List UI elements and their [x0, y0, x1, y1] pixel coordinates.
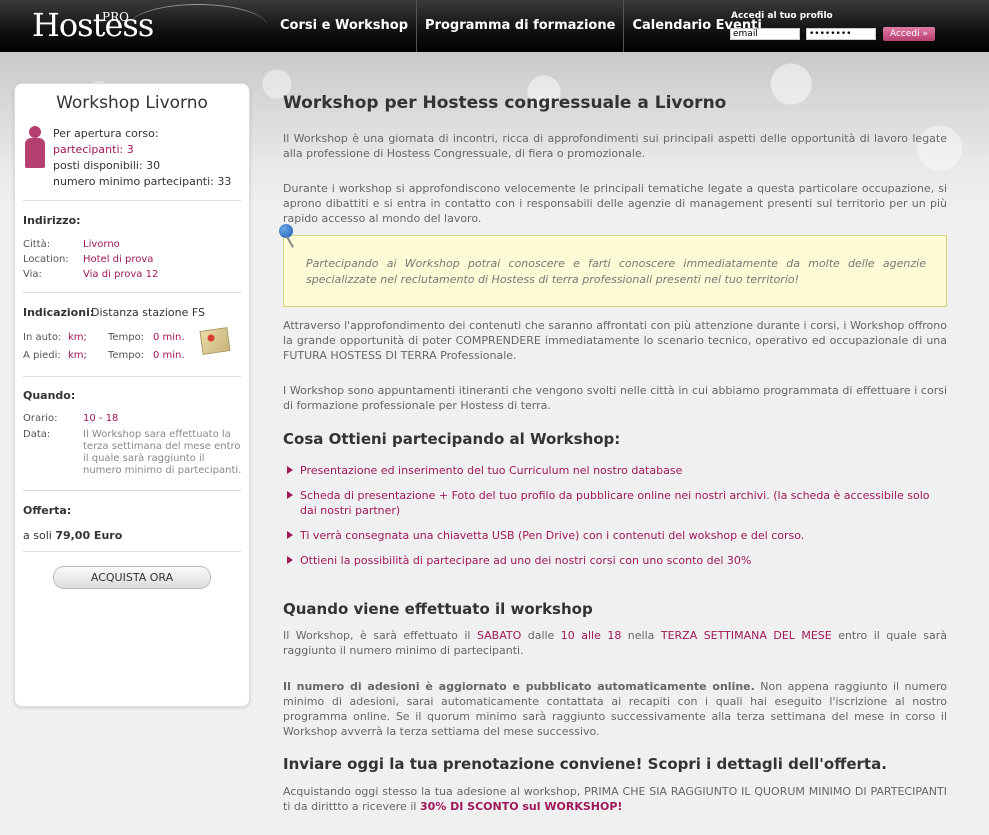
walk-time-label: Tempo:: [108, 350, 145, 361]
nav-corsi-workshop[interactable]: Corsi e Workshop: [272, 0, 416, 52]
car-time-value: 0 min.: [153, 332, 185, 343]
location-label: Location:: [23, 254, 69, 265]
notice-text: Partecipando ai Workshop potrai conoscer…: [306, 257, 926, 286]
hours-value: 10 - 18: [83, 413, 119, 424]
nav-calendario-eventi[interactable]: Calendario Eventi: [623, 0, 769, 52]
login-button[interactable]: Accedi »: [883, 27, 935, 41]
city-label: Città:: [23, 239, 51, 250]
workshop-sidebar: Workshop Livorno Per apertura corso: par…: [14, 83, 250, 707]
opening-label: Per apertura corso:: [53, 127, 159, 140]
benefit-item: Ottieni la possibilità di partecipare ad…: [287, 553, 948, 568]
opportunity-paragraph: Attraverso l'approfondimento dei contenu…: [283, 319, 947, 362]
buy-now-button[interactable]: ACQUISTA ORA: [53, 566, 211, 589]
logo-sup: PRO: [102, 10, 129, 24]
sidebar-title: Workshop Livorno: [56, 93, 208, 113]
offer-section-heading: Inviare oggi la tua prenotazione convien…: [283, 755, 887, 773]
car-time-label: Tempo:: [108, 332, 145, 343]
password-field[interactable]: ••••••••: [806, 28, 876, 40]
divider: [23, 292, 241, 293]
hours-label: Orario:: [23, 413, 58, 424]
street-value: Via di prova 12: [83, 269, 159, 280]
when-heading: Quando:: [23, 389, 76, 402]
nav-programma-formazione[interactable]: Programma di formazione: [416, 0, 623, 52]
divider: [23, 490, 241, 491]
login-label: Accedi al tuo profilo: [731, 11, 833, 21]
bullet-arrow-icon: [287, 531, 293, 539]
logo-swirl-icon: [128, 4, 268, 50]
address-heading: Indirizzo:: [23, 214, 81, 227]
itinerant-paragraph: I Workshop sono appuntamenti itineranti …: [283, 384, 947, 412]
date-label: Data:: [23, 429, 51, 440]
offer-price: 79,00 Euro: [55, 529, 123, 542]
benefit-item: Presentazione ed inserimento del tuo Cur…: [287, 463, 948, 478]
benefits-heading: Cosa Ottieni partecipando al Workshop:: [283, 430, 621, 448]
benefit-item: Ti verrà consegnata una chiavetta USB (P…: [287, 528, 948, 543]
email-field[interactable]: email: [730, 28, 800, 40]
directions-text: Distanza stazione FS: [91, 306, 205, 319]
page-title: Workshop per Hostess congressuale a Livo…: [283, 93, 727, 113]
location-value: Hotel di prova: [83, 254, 154, 265]
bullet-arrow-icon: [287, 466, 293, 474]
divider: [23, 200, 241, 201]
car-km: km;: [68, 332, 87, 343]
intro-paragraph: Il Workshop è una giornata di incontri, …: [283, 132, 947, 160]
person-icon: [25, 126, 45, 168]
when-section-heading: Quando viene effettuato il workshop: [283, 600, 593, 618]
available-seats: posti disponibili: 30: [53, 159, 161, 172]
date-note: Il Workshop sara effettuato la terza set…: [83, 429, 242, 476]
bullet-arrow-icon: [287, 491, 293, 499]
car-label: In auto:: [23, 332, 62, 343]
directions-heading: Indicazioni:: [23, 306, 95, 319]
divider: [23, 551, 241, 552]
bullet-arrow-icon: [287, 556, 293, 564]
walk-km: km;: [68, 350, 87, 361]
walk-time-value: 0 min.: [153, 350, 185, 361]
highlight-notice: Partecipando ai Workshop potrai conoscer…: [283, 235, 947, 307]
minimum-participants: numero minimo partecipanti: 33: [53, 175, 232, 188]
offer-paragraph: Acquistando oggi stesso la tua adesione …: [283, 785, 947, 813]
main-nav: Corsi e Workshop Programma di formazione…: [272, 0, 770, 52]
city-value: Livorno: [83, 239, 120, 250]
offer-prefix: a soli: [23, 529, 52, 542]
site-header: Hostess PRO Corsi e Workshop Programma d…: [0, 0, 989, 52]
map-icon[interactable]: [199, 327, 231, 355]
adhesions-paragraph: Il numero di adesioni è aggiornato e pub…: [283, 680, 947, 738]
participants-count: partecipanti: 3: [53, 143, 134, 156]
benefit-item: Scheda di presentazione + Foto del tuo p…: [287, 488, 948, 518]
street-label: Via:: [23, 269, 42, 280]
when-paragraph: Il Workshop, è sarà effettuato il SABATO…: [283, 629, 948, 657]
details-paragraph: Durante i workshop si approfondiscono ve…: [283, 182, 947, 225]
offer-heading: Offerta:: [23, 504, 72, 517]
offer-line: a soli 79,00 Euro: [23, 529, 122, 542]
thumbtack-icon: [277, 224, 299, 250]
divider: [23, 376, 241, 377]
walk-label: A piedi:: [23, 350, 61, 361]
